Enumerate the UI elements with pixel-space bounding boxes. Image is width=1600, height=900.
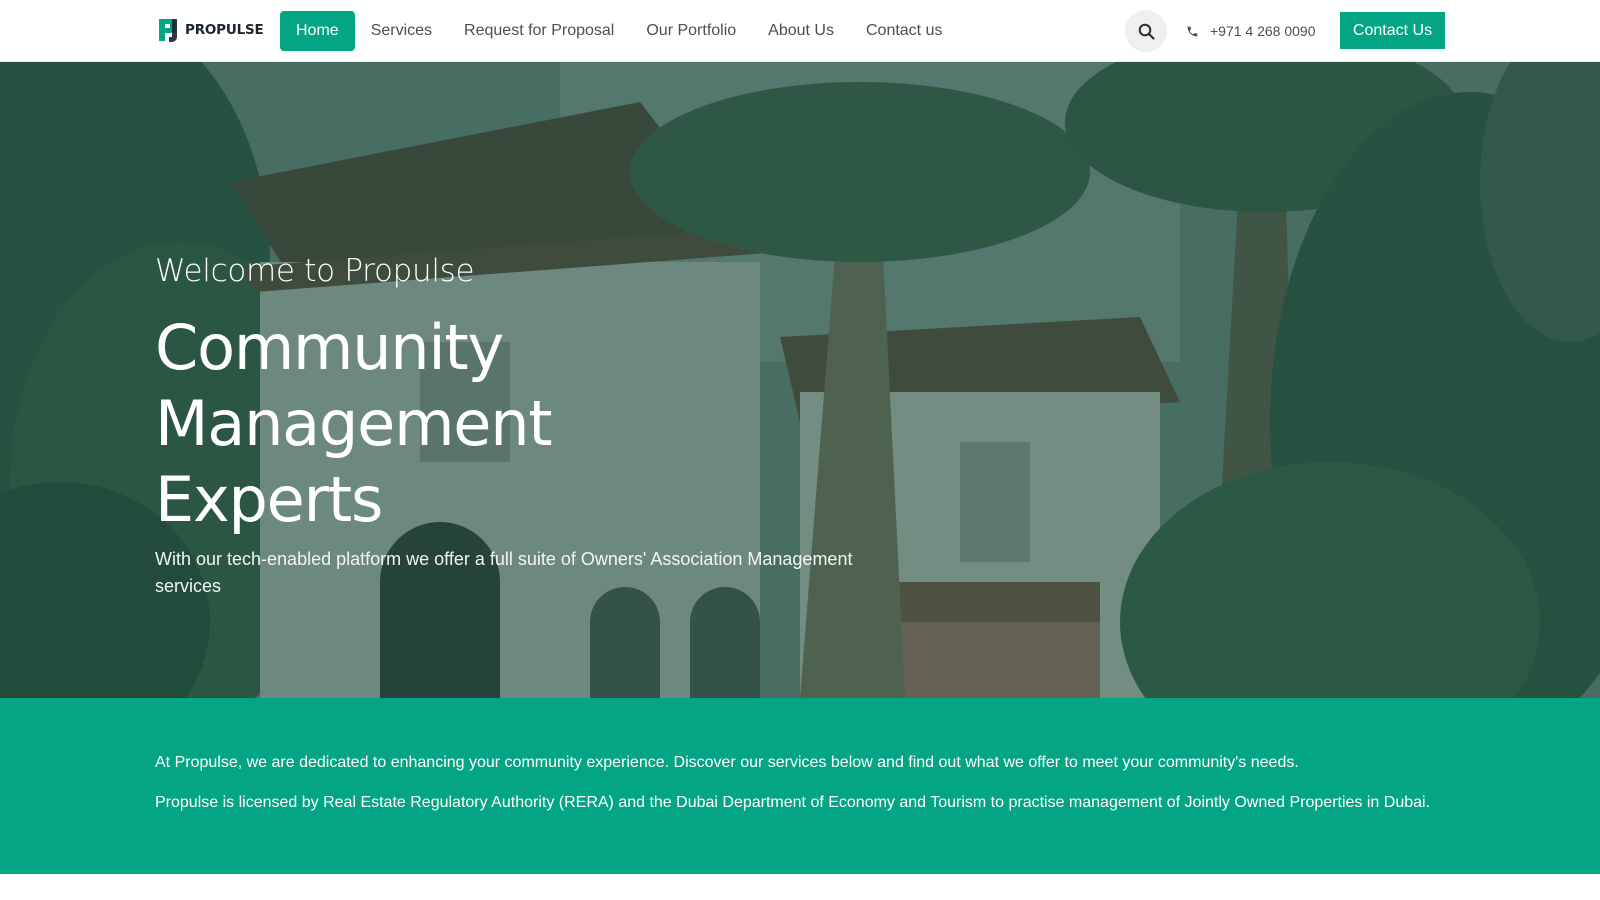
search-button[interactable]: [1125, 10, 1167, 52]
phone-link[interactable]: +971 4 268 0090: [1186, 20, 1316, 42]
phone-icon: [1187, 26, 1198, 36]
search-icon: [1138, 23, 1155, 40]
intro-band: At Propulse, we are dedicated to enhanci…: [0, 698, 1600, 874]
hero-content: Welcome to Propulse Community Management…: [155, 252, 915, 600]
license-paragraph: Propulse is licensed by Real Estate Regu…: [155, 794, 1431, 811]
hero-title-line-2: Experts: [155, 463, 383, 536]
propulse-logo-icon: [159, 19, 177, 42]
nav-item-contact-us[interactable]: Contact us: [850, 11, 958, 51]
brand-name: PROPULSE: [185, 22, 264, 38]
hero-title: Community Management Experts: [155, 310, 915, 538]
phone-number: +971 4 268 0090: [1210, 23, 1316, 39]
site-header: PROPULSE Home Services Request for Propo…: [0, 0, 1600, 62]
hero-title-line-1: Community Management: [155, 311, 553, 460]
hero-description: With our tech-enabled platform we offer …: [155, 549, 853, 596]
hero-section: Welcome to Propulse Community Management…: [0, 62, 1600, 698]
hero-subtitle: Welcome to Propulse: [155, 253, 475, 289]
nav-item-about-us[interactable]: About Us: [752, 11, 850, 51]
intro-paragraph: At Propulse, we are dedicated to enhanci…: [155, 754, 1299, 771]
contact-us-button[interactable]: Contact Us: [1340, 12, 1445, 49]
main-nav: Home Services Request for Proposal Our P…: [280, 11, 958, 51]
nav-item-request-for-proposal[interactable]: Request for Proposal: [448, 11, 630, 51]
brand-logo[interactable]: PROPULSE: [157, 17, 264, 43]
nav-item-home[interactable]: Home: [280, 11, 355, 51]
nav-item-our-portfolio[interactable]: Our Portfolio: [630, 11, 752, 51]
nav-item-services[interactable]: Services: [355, 11, 448, 51]
